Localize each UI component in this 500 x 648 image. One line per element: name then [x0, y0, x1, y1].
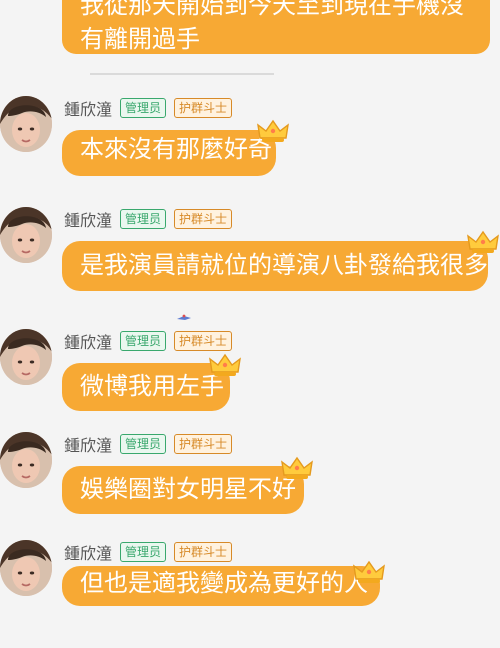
rank-badge: 护群斗士 [174, 331, 233, 351]
rank-badge: 护群斗士 [174, 542, 233, 562]
message-line-2: 有離開過手 [80, 25, 200, 53]
admin-badge: 管理员 [120, 98, 167, 118]
crown-icon [208, 352, 242, 378]
rank-badge: 护群斗士 [174, 209, 233, 229]
chat-window: 我從那天開始到今天至到現在手機沒 有離開過手 鍾欣潼 管理员 护群斗士 本來沒有… [0, 0, 500, 606]
message-text: 本來沒有那麼好奇 [80, 135, 272, 163]
message-bubble[interactable]: 微博我用左手 [62, 363, 230, 411]
chat-message: 鍾欣潼 管理员 护群斗士 本來沒有那麼好奇 [0, 94, 500, 204]
avatar[interactable] [0, 432, 52, 488]
admin-badge: 管理员 [120, 209, 167, 229]
rank-badge: 护群斗士 [174, 434, 233, 454]
message-text: 微博我用左手 [80, 372, 224, 400]
message-bubble[interactable]: 本來沒有那麼好奇 [62, 130, 276, 176]
avatar[interactable] [0, 540, 52, 596]
admin-badge: 管理员 [120, 434, 167, 454]
avatar[interactable] [0, 329, 52, 385]
rank-badge: 护群斗士 [174, 98, 233, 118]
sender-name: 鍾欣潼 [64, 333, 113, 352]
message-meta: 鍾欣潼 管理员 护群斗士 [64, 98, 233, 119]
message-meta: 鍾欣潼 管理员 护群斗士 [64, 209, 233, 230]
message-bubble[interactable]: 是我演員請就位的導演八卦發給我很多 [62, 241, 488, 291]
message-bubble-top[interactable]: 我從那天開始到今天至到現在手機沒 有離開過手 [62, 0, 490, 54]
sender-name: 鍾欣潼 [64, 211, 113, 230]
message-text: 娛樂圈對女明星不好 [80, 475, 296, 503]
message-text: 但也是適我變成為更好的人 [80, 569, 368, 597]
message-meta: 鍾欣潼 管理员 护群斗士 [64, 434, 233, 455]
sender-name: 鍾欣潼 [64, 100, 113, 119]
sender-name: 鍾欣潼 [64, 544, 113, 563]
avatar[interactable] [0, 96, 52, 152]
chat-message: 鍾欣潼 管理员 护群斗士 娛樂圈對女明星不好 [0, 430, 500, 540]
crown-icon [256, 118, 290, 144]
message-meta: 鍾欣潼 管理员 护群斗士 [64, 331, 233, 352]
chat-message: 鍾欣潼 管理员 护群斗士 是我演員請就位的導演八卦發給我很多 [0, 205, 500, 315]
crown-icon [352, 559, 386, 585]
chat-message: 鍾欣潼 管理员 护群斗士 微博我用左手 [0, 327, 500, 437]
message-meta: 鍾欣潼 管理员 护群斗士 [64, 542, 233, 563]
sender-name: 鍾欣潼 [64, 436, 113, 455]
admin-badge: 管理员 [120, 542, 167, 562]
sparkle-icon [176, 308, 192, 320]
chat-message: 鍾欣潼 管理员 护群斗士 但也是適我變成為更好的人 [0, 538, 500, 648]
crown-icon [280, 455, 314, 481]
message-text: 是我演員請就位的導演八卦發給我很多 [80, 251, 488, 279]
message-line-1: 我從那天開始到今天至到現在手機沒 [80, 0, 464, 19]
message-bubble[interactable]: 娛樂圈對女明星不好 [62, 466, 304, 514]
avatar[interactable] [0, 207, 52, 263]
message-bubble[interactable]: 但也是適我變成為更好的人 [62, 566, 380, 606]
divider-line [90, 73, 274, 75]
admin-badge: 管理员 [120, 331, 167, 351]
crown-icon [466, 229, 500, 255]
